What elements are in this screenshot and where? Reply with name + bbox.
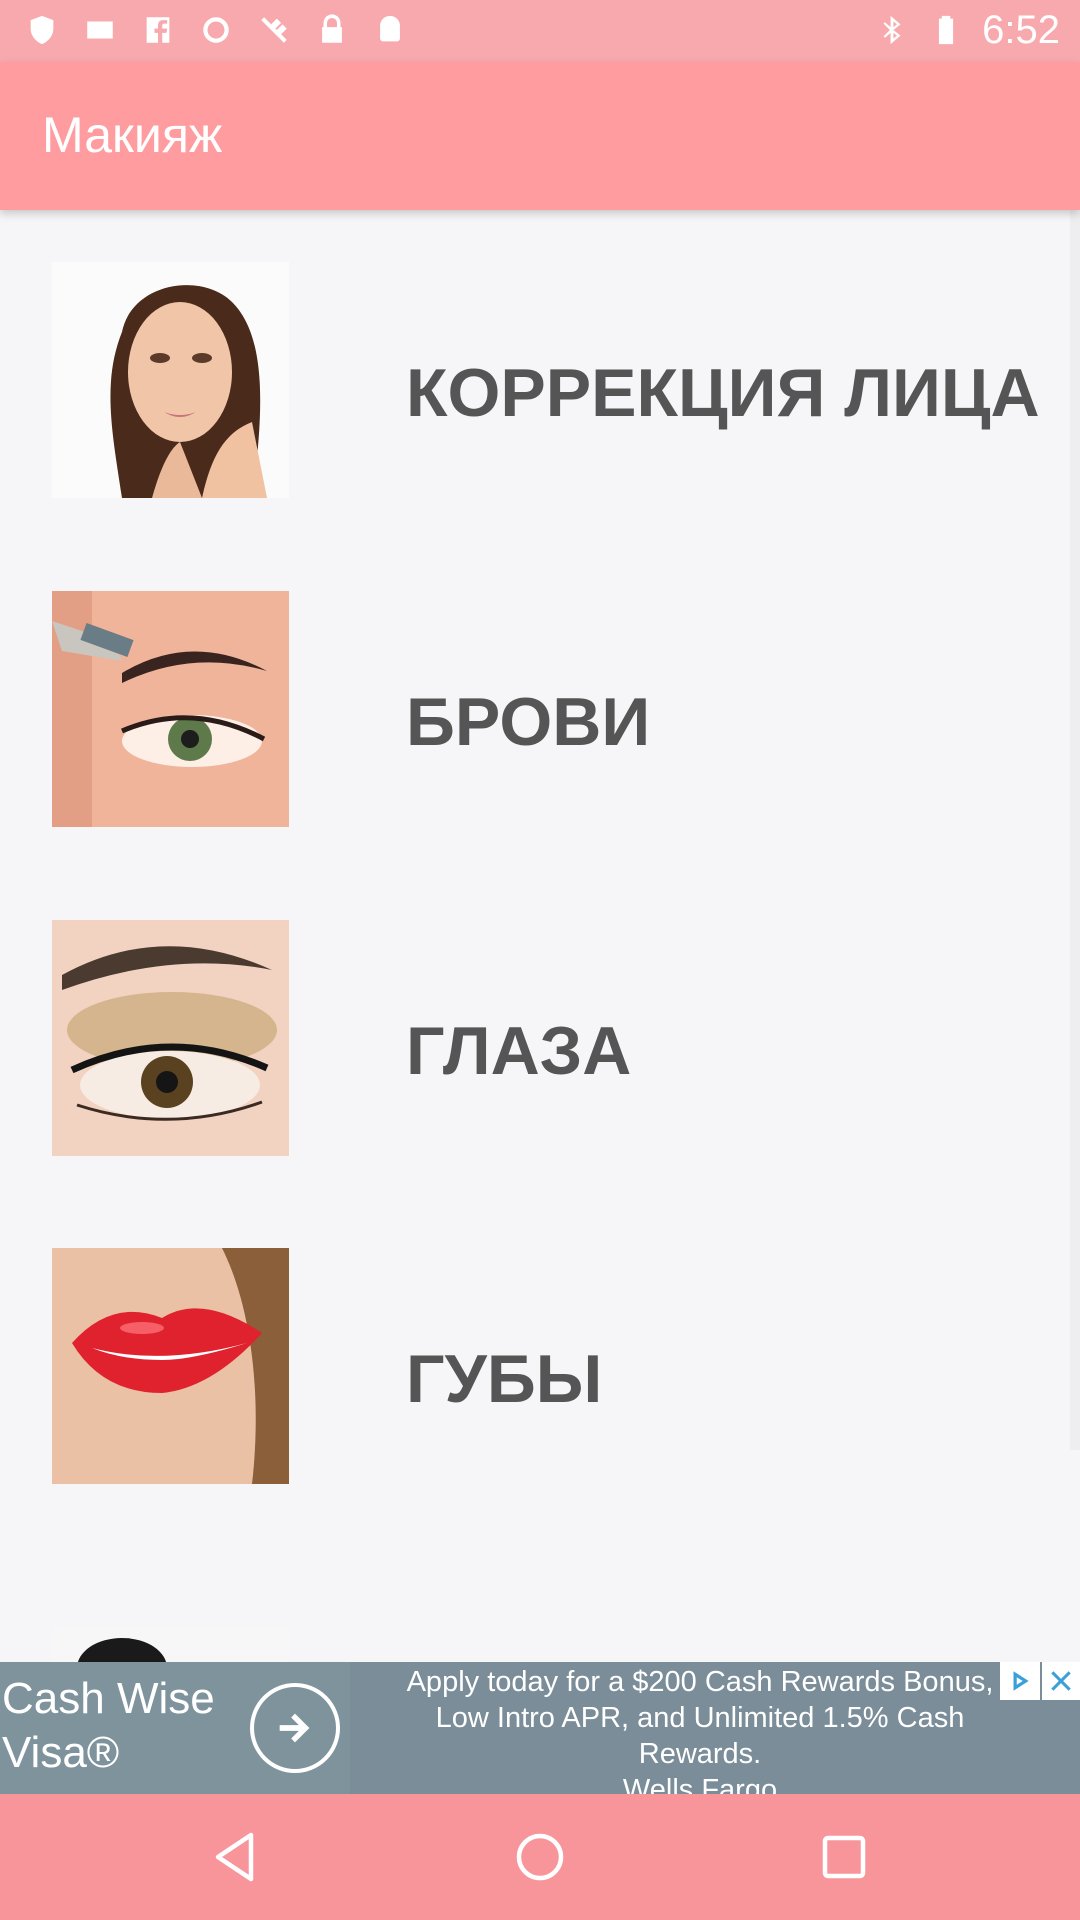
battery-saver-icon [928, 12, 964, 48]
scroll-edge [1070, 210, 1080, 1450]
eyebrow-photo [52, 591, 289, 827]
ad-brand: Cash Wise Visa® [2, 1674, 215, 1777]
ad-banner[interactable]: Cash Wise Visa® Apply today for a $200 C… [0, 1662, 1080, 1794]
shield-icon [24, 12, 60, 48]
notification-icons [24, 12, 408, 48]
close-icon[interactable] [1042, 1662, 1080, 1700]
bluetooth-icon [874, 12, 910, 48]
ad-choices-icon[interactable] [1000, 1662, 1040, 1700]
status-time: 6:52 [982, 8, 1060, 52]
ad-text-line: Low Intro APR, and Unlimited 1.5% Cash [435, 1702, 965, 1734]
android-icon [372, 12, 408, 48]
ring-icon [198, 12, 234, 48]
list-item-eyebrows[interactable]: БРОВИ [0, 591, 1080, 891]
message-icon [82, 12, 118, 48]
list-item-label: КОРРЕКЦИЯ ЛИЦА [406, 355, 1040, 431]
category-list: КОРРЕКЦИЯ ЛИЦА БРОВИ ГЛАЗА ГУБЫ [0, 210, 1080, 1662]
ad-text-line: Wells Fargo [622, 1774, 778, 1794]
face-photo [52, 262, 289, 498]
list-item-label: ГУБЫ [406, 1341, 603, 1417]
list-item-partial[interactable] [0, 1628, 1080, 1662]
ad-brand-area[interactable]: Cash Wise Visa® [0, 1662, 350, 1794]
page-title: Макияж [42, 107, 223, 163]
eye-makeup-photo [52, 920, 289, 1156]
list-item-label: БРОВИ [406, 684, 651, 760]
ad-text-line: Apply today for a $200 Cash Rewards Bonu… [406, 1666, 994, 1698]
list-item-face-correction[interactable]: КОРРЕКЦИЯ ЛИЦА [0, 262, 1080, 562]
list-item-lips[interactable]: ГУБЫ [0, 1248, 1080, 1548]
lips-photo [52, 1248, 289, 1484]
list-item-eyes[interactable]: ГЛАЗА [0, 920, 1080, 1220]
app-bar: Макияж [0, 62, 1080, 210]
home-icon[interactable] [505, 1822, 575, 1892]
navigation-bar [0, 1794, 1080, 1920]
ad-text-line: Rewards. [638, 1738, 762, 1770]
ad-text[interactable]: Apply today for a $200 Cash Rewards Bonu… [350, 1664, 1050, 1794]
recents-icon[interactable] [809, 1822, 879, 1892]
system-icons: 6:52 [874, 8, 1060, 52]
arrow-right-icon[interactable] [250, 1683, 340, 1773]
list-item-label: ГЛАЗА [406, 1013, 632, 1089]
partial-photo [52, 1628, 289, 1662]
no-satellite-icon [256, 12, 292, 48]
status-bar: 6:52 [0, 0, 1080, 62]
facebook-icon [140, 12, 176, 48]
back-icon[interactable] [201, 1822, 271, 1892]
lock-icon [314, 12, 350, 48]
